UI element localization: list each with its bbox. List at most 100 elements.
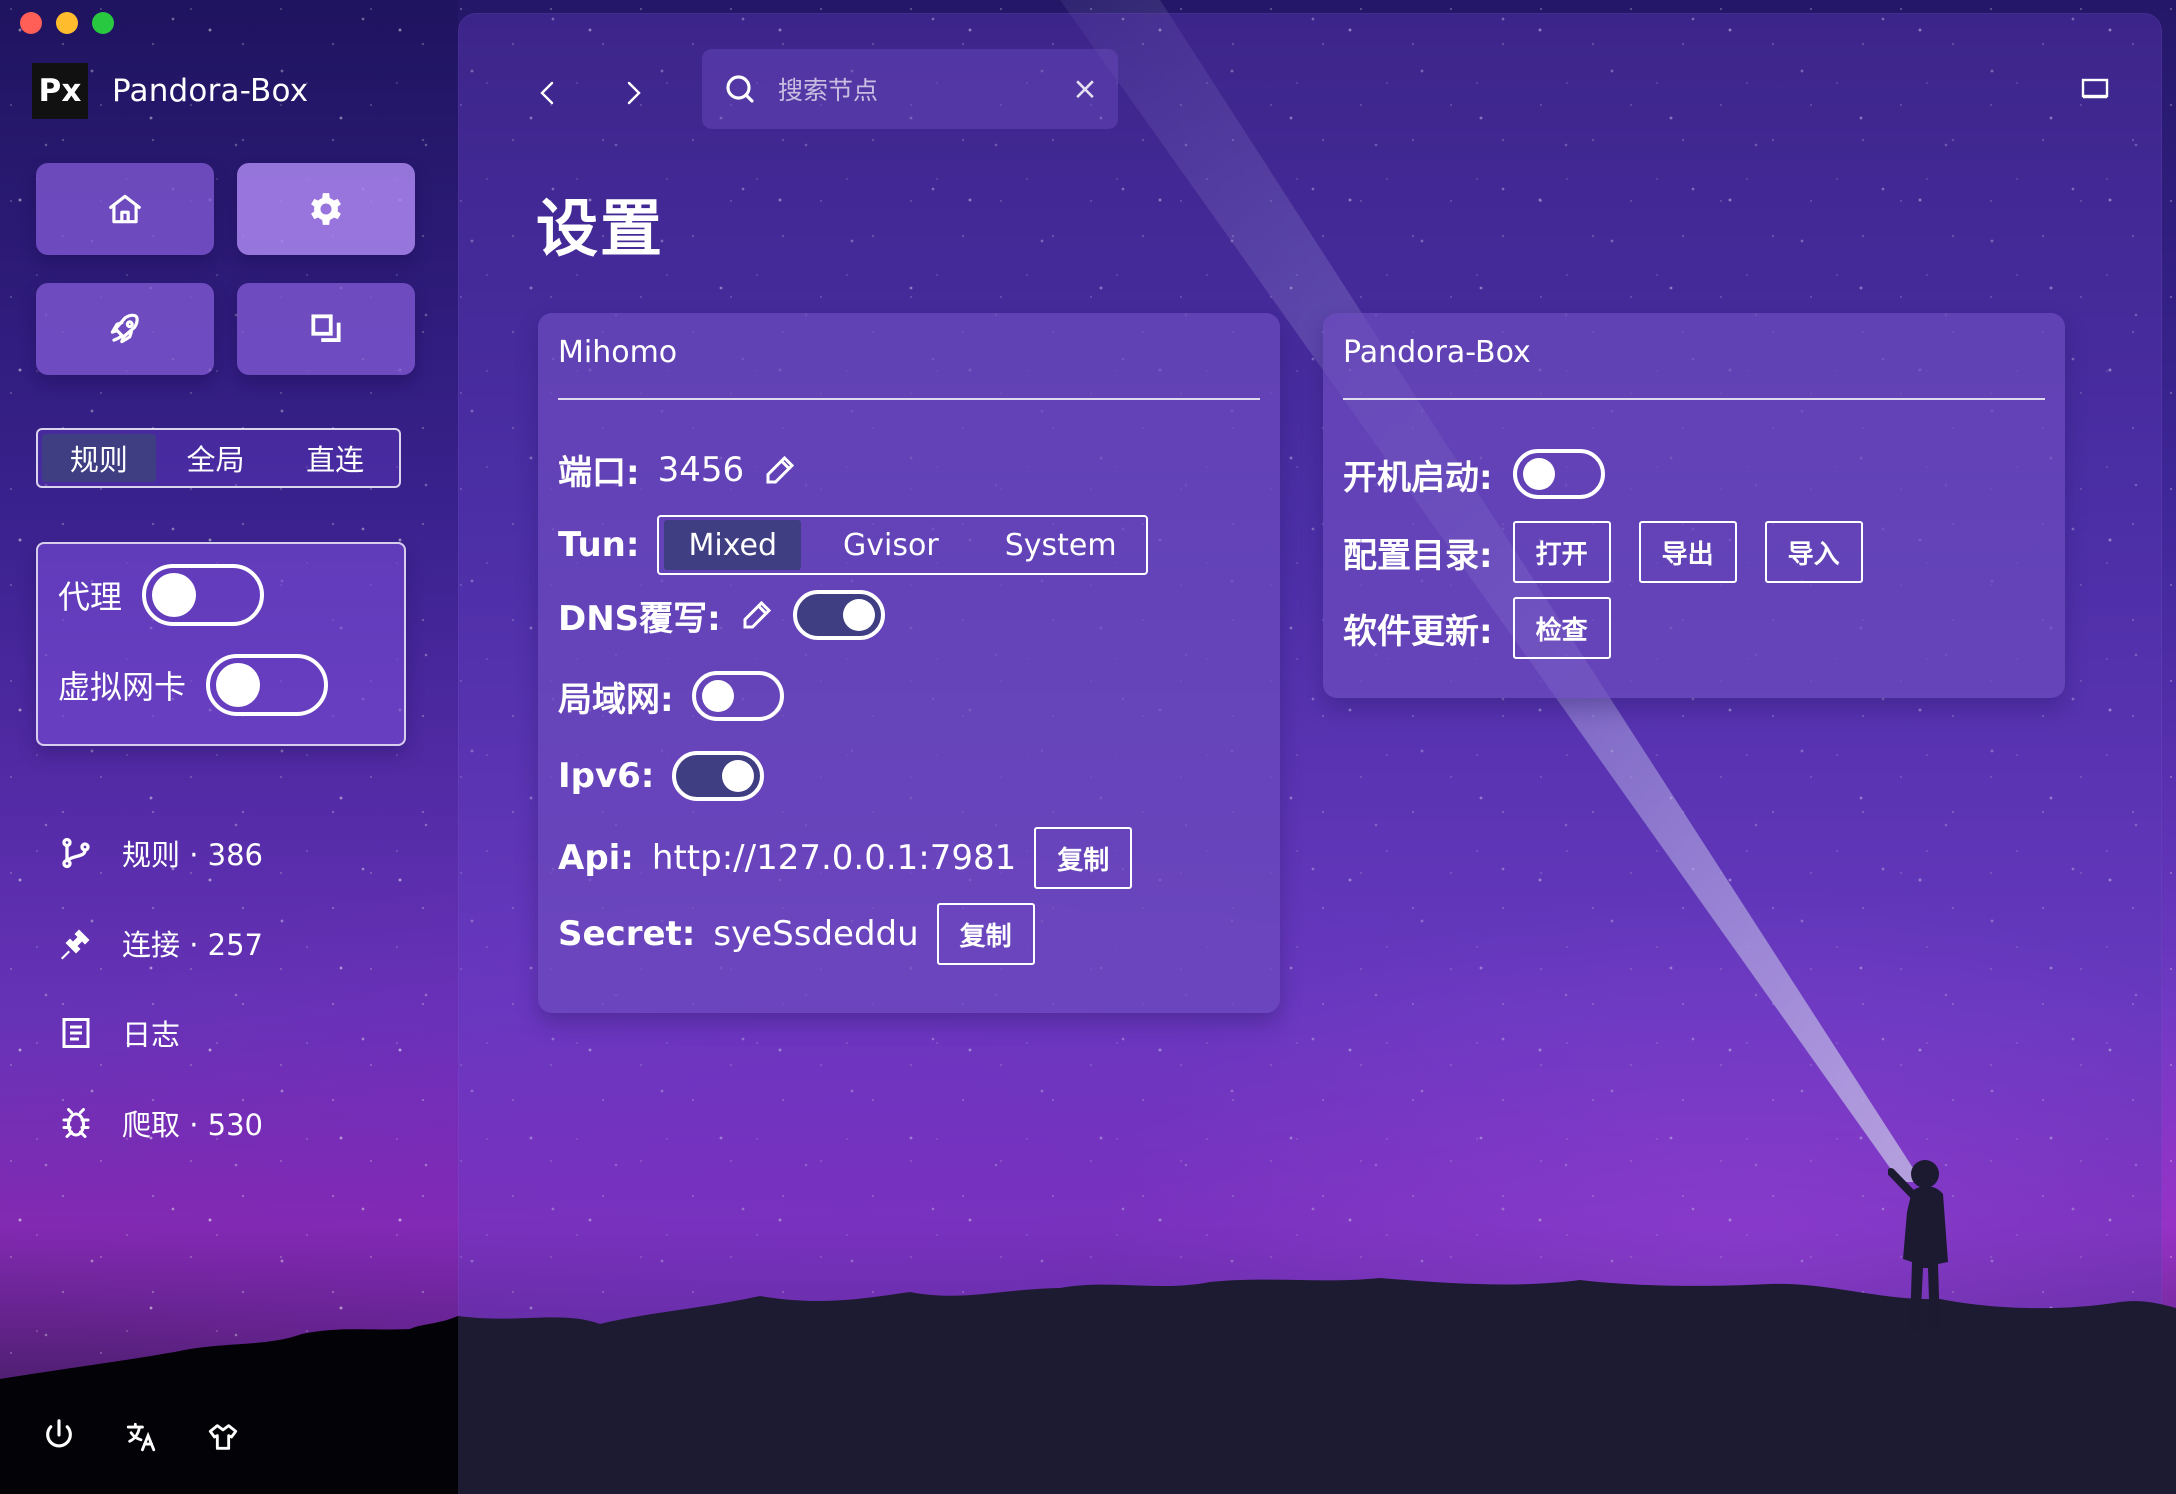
edit-port-icon[interactable] bbox=[762, 452, 798, 488]
startup-row: 开机启动: bbox=[1343, 449, 1605, 499]
pandora-card-title: Pandora-Box bbox=[1343, 335, 1531, 370]
home-icon bbox=[109, 194, 141, 224]
port-label: 端口: bbox=[558, 453, 640, 493]
dns-toggle-knob bbox=[842, 599, 875, 631]
mode-global-tab[interactable]: 全局 bbox=[156, 434, 276, 482]
import-config-button[interactable]: 导入 bbox=[1764, 521, 1863, 583]
secret-value: syeSsdeddu bbox=[713, 914, 919, 954]
window-stack-icon bbox=[311, 314, 341, 342]
config-directory-label: 配置目录: bbox=[1343, 535, 1493, 576]
top-navigation-bar: 搜索节点 × bbox=[458, 13, 2162, 143]
edit-dns-icon[interactable] bbox=[739, 597, 775, 633]
window-nav-button[interactable] bbox=[237, 283, 415, 375]
pandora-settings-card: Pandora-Box 开机启动: 配置目录: 打开 导出 导入 软件更新: 检… bbox=[1323, 313, 2065, 698]
sidebar-item-rules[interactable]: 规则 · 386 bbox=[58, 808, 263, 898]
software-update-row: 软件更新: 检查 bbox=[1343, 597, 1611, 659]
lan-label: 局域网: bbox=[558, 679, 674, 720]
secret-label: Secret: bbox=[558, 914, 696, 954]
tun-label: Tun: bbox=[558, 525, 640, 565]
translate-icon[interactable] bbox=[124, 1418, 158, 1452]
window-icon[interactable] bbox=[2080, 75, 2110, 101]
minimize-window-button[interactable] bbox=[56, 12, 78, 34]
sidebar-item-crawl-label: 爬取 · 530 bbox=[122, 1108, 264, 1142]
shirt-icon[interactable] bbox=[206, 1418, 240, 1452]
proxy-toggle[interactable] bbox=[142, 564, 265, 626]
proxy-label: 代理 bbox=[58, 578, 123, 616]
lan-toggle[interactable] bbox=[691, 671, 784, 721]
sidebar-item-logs[interactable]: 日志 bbox=[58, 988, 263, 1078]
page-title: 设置 bbox=[536, 192, 665, 265]
config-directory-row: 配置目录: 打开 导出 导入 bbox=[1343, 521, 1863, 583]
virtual-nic-toggle[interactable] bbox=[206, 654, 329, 716]
open-config-button[interactable]: 打开 bbox=[1512, 521, 1611, 583]
home-nav-button[interactable] bbox=[36, 163, 214, 255]
port-row: 端口: 3456 bbox=[558, 445, 798, 494]
tun-option-system[interactable]: System bbox=[981, 520, 1141, 570]
secret-row: Secret: syeSsdeddu 复制 bbox=[558, 903, 1035, 965]
sidebar-item-rules-label: 规则 · 386 bbox=[122, 838, 264, 872]
lan-row: 局域网: bbox=[558, 671, 784, 721]
chevron-right-icon[interactable] bbox=[621, 79, 645, 107]
proxy-toggle-knob bbox=[152, 573, 197, 617]
routing-mode-switch: 规则 全局 直连 bbox=[36, 428, 401, 488]
copy-api-button[interactable]: 复制 bbox=[1034, 827, 1133, 889]
startup-toggle-knob bbox=[1522, 458, 1555, 490]
ipv6-row: Ipv6: bbox=[558, 751, 765, 801]
power-icon[interactable] bbox=[42, 1418, 76, 1452]
tun-mode-selector: Mixed Gvisor System bbox=[657, 515, 1148, 575]
virtual-nic-toggle-row: 虚拟网卡 bbox=[58, 654, 329, 716]
bug-icon bbox=[62, 1108, 90, 1138]
launch-nav-button[interactable] bbox=[36, 283, 214, 375]
dns-row: DNS覆写: bbox=[558, 590, 885, 640]
ipv6-toggle-knob bbox=[722, 760, 755, 792]
virtual-nic-toggle-knob bbox=[216, 663, 261, 707]
config-directory-buttons: 打开 导出 导入 bbox=[1512, 521, 1863, 583]
app-logo: Px bbox=[32, 63, 88, 119]
virtual-nic-label: 虚拟网卡 bbox=[58, 668, 187, 706]
rocket-icon bbox=[110, 313, 139, 344]
proxy-toggle-panel: 代理 虚拟网卡 bbox=[36, 542, 406, 746]
sidebar-item-crawl[interactable]: 爬取 · 530 bbox=[58, 1078, 263, 1168]
sidebar-footer bbox=[42, 1418, 240, 1452]
tun-row: Tun: Mixed Gvisor System bbox=[558, 515, 1148, 575]
close-window-button[interactable] bbox=[20, 12, 42, 34]
startup-label: 开机启动: bbox=[1343, 457, 1493, 498]
proxy-toggle-row: 代理 bbox=[58, 564, 265, 626]
settings-nav-button[interactable] bbox=[237, 163, 415, 255]
ipv6-toggle[interactable] bbox=[672, 751, 765, 801]
software-update-label: 软件更新: bbox=[1343, 611, 1493, 652]
search-box[interactable]: 搜索节点 × bbox=[702, 49, 1118, 129]
maximize-window-button[interactable] bbox=[92, 12, 114, 34]
api-label: Api: bbox=[558, 838, 634, 878]
lan-toggle-knob bbox=[701, 680, 734, 712]
app-name: Pandora-Box bbox=[112, 73, 309, 109]
check-update-button[interactable]: 检查 bbox=[1512, 597, 1611, 659]
port-value: 3456 bbox=[657, 449, 745, 490]
export-config-button[interactable]: 导出 bbox=[1638, 521, 1737, 583]
settings-main-panel: 搜索节点 × 设置 Mihomo 端口: 3456 Tun: Mixed Gvi… bbox=[458, 13, 2162, 1472]
sidebar-item-logs-label: 日志 bbox=[122, 1018, 181, 1052]
mode-direct-tab[interactable]: 直连 bbox=[275, 434, 395, 482]
log-icon bbox=[62, 1018, 90, 1048]
sidebar-item-connections-label: 连接 · 257 bbox=[122, 928, 264, 962]
search-placeholder: 搜索节点 bbox=[778, 76, 879, 105]
copy-secret-button[interactable]: 复制 bbox=[936, 903, 1035, 965]
app-window: Px Pandora-Box 规则 全局 直连 代理 虚拟网卡 规则 · 386 bbox=[0, 0, 2176, 1494]
tun-option-gvisor[interactable]: Gvisor bbox=[819, 520, 963, 570]
app-brand: Px Pandora-Box bbox=[32, 63, 308, 119]
ipv6-label: Ipv6: bbox=[558, 756, 655, 796]
close-icon[interactable]: × bbox=[1072, 73, 1098, 105]
pandora-title-divider bbox=[1343, 398, 2045, 400]
window-controls bbox=[20, 12, 114, 34]
connection-icon bbox=[61, 929, 90, 960]
mode-rule-tab[interactable]: 规则 bbox=[42, 434, 156, 482]
mihomo-card-title: Mihomo bbox=[558, 335, 678, 370]
dns-override-toggle[interactable] bbox=[792, 590, 885, 640]
chevron-left-icon[interactable] bbox=[536, 79, 560, 107]
sidebar-item-connections[interactable]: 连接 · 257 bbox=[58, 898, 263, 988]
tun-option-mixed[interactable]: Mixed bbox=[664, 520, 802, 570]
startup-toggle[interactable] bbox=[1512, 449, 1605, 499]
api-value: http://127.0.0.1:7981 bbox=[651, 838, 1017, 878]
sidebar-list: 规则 · 386 连接 · 257 日志 爬取 · 530 bbox=[58, 808, 263, 1168]
search-icon bbox=[726, 75, 754, 103]
